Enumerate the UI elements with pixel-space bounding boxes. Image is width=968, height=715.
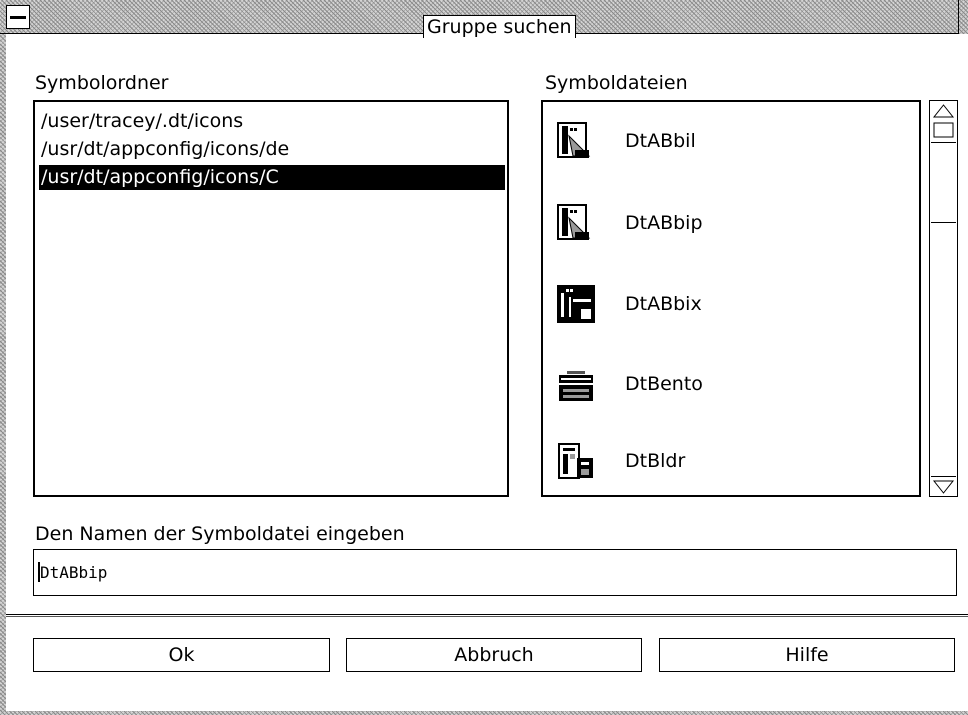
builder-icon — [558, 443, 593, 479]
help-button[interactable]: Hilfe — [659, 638, 955, 672]
icon-file-name: DtABbil — [625, 130, 696, 152]
app-builder-inverse-icon — [557, 285, 595, 323]
icon-file-name: DtBldr — [625, 450, 686, 472]
icon-file-name: DtABbip — [625, 212, 703, 234]
cancel-button[interactable]: Abbruch — [346, 638, 642, 672]
folder-list-label: Symbolordner — [35, 72, 169, 94]
icon-file-name: DtABbix — [625, 293, 702, 315]
window-title: Gruppe suchen — [423, 15, 576, 38]
filename-input[interactable] — [33, 549, 957, 596]
arrow-up-icon — [932, 104, 955, 138]
folder-item-selected[interactable]: /usr/dt/appconfig/icons/C — [39, 165, 505, 190]
ok-button[interactable]: Ok — [33, 638, 330, 672]
folder-item[interactable]: /user/tracey/.dt/icons — [39, 109, 505, 134]
app-builder-icon — [557, 204, 591, 240]
arrow-down-icon — [932, 480, 955, 494]
window-menu-button[interactable] — [6, 5, 30, 29]
scroll-up-button[interactable] — [931, 101, 956, 143]
scroll-down-button[interactable] — [931, 476, 956, 496]
app-builder-icon — [557, 122, 591, 158]
icon-file-list[interactable]: DtABbil DtABbip DtABbix DtBento DtBldr — [541, 100, 921, 497]
folder-list[interactable]: /user/tracey/.dt/icons /usr/dt/appconfig… — [33, 100, 509, 497]
title-bar[interactable]: Gruppe suchen — [0, 0, 968, 38]
filename-label: Den Namen der Symboldatei eingeben — [35, 523, 405, 545]
text-cursor — [38, 562, 40, 582]
folder-item[interactable]: /usr/dt/appconfig/icons/de — [39, 137, 505, 162]
window-frame-left[interactable] — [0, 0, 6, 715]
icon-file-name: DtBento — [625, 373, 703, 395]
bento-box-icon — [559, 371, 593, 401]
scroll-thumb[interactable] — [931, 143, 956, 223]
icon-list-scrollbar[interactable] — [929, 100, 958, 497]
window-frame-bottom[interactable] — [0, 711, 968, 715]
button-area-separator — [6, 614, 968, 617]
window-menu-icon — [10, 16, 26, 19]
window-resize-corner[interactable] — [958, 0, 968, 34]
icon-list-label: Symboldateien — [545, 72, 688, 94]
